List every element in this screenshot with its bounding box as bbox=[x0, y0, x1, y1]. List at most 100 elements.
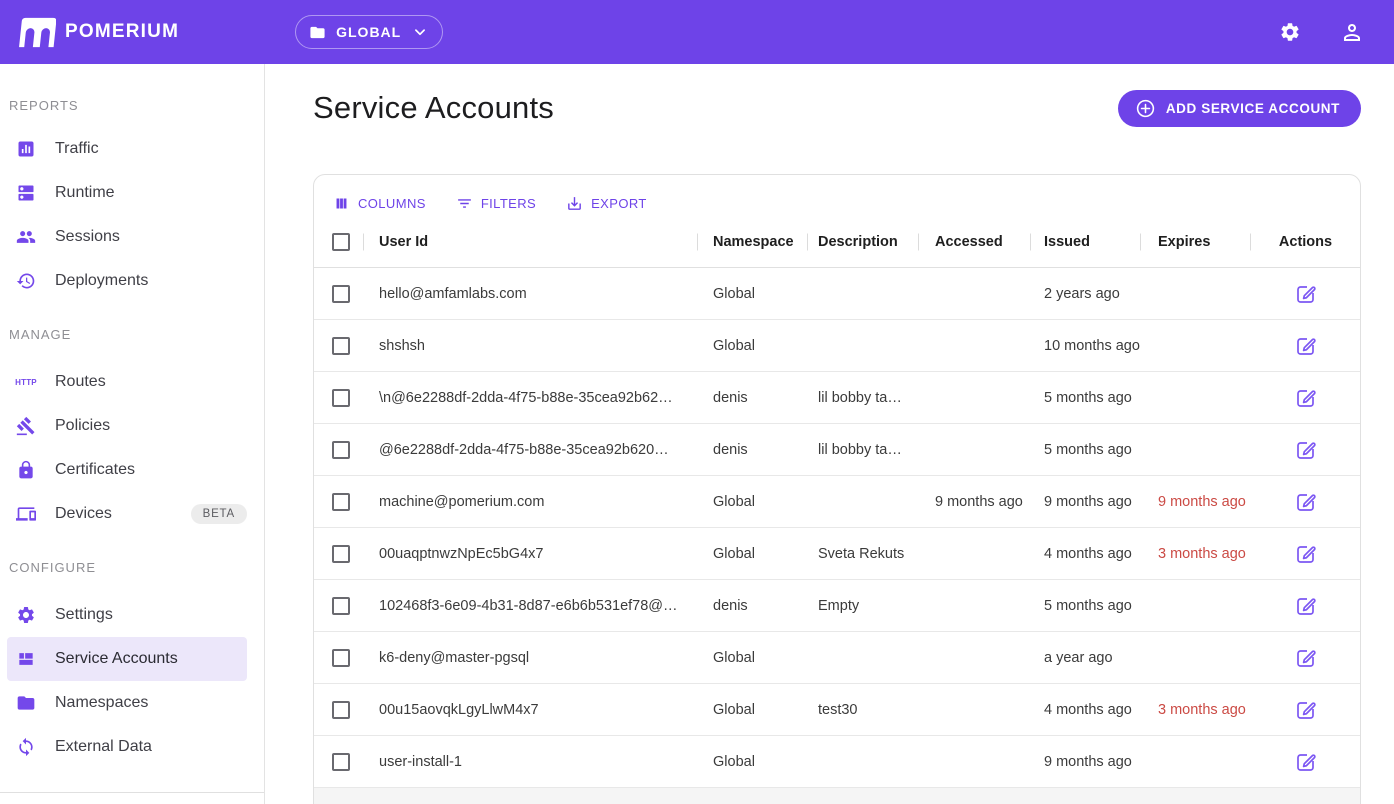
sidebar-item-label: Service Accounts bbox=[55, 650, 178, 668]
column-header-user-id[interactable]: User Id bbox=[364, 217, 698, 267]
namespace-selector-label: GLOBAL bbox=[336, 24, 401, 40]
edit-row-button[interactable] bbox=[1291, 487, 1321, 517]
row-checkbox[interactable] bbox=[332, 441, 350, 459]
sidebar-item-label: Sessions bbox=[55, 228, 120, 246]
cell-issued: 2 years ago bbox=[1031, 286, 1141, 302]
columns-button[interactable]: COLUMNS bbox=[333, 195, 426, 212]
table-row: 00uaqptnwzNpEc5bG4x7GlobalSveta Rekuts4 … bbox=[314, 528, 1360, 580]
cell-namespace: Global bbox=[698, 546, 808, 562]
edit-pencil-icon bbox=[1294, 594, 1318, 618]
export-button[interactable]: EXPORT bbox=[566, 195, 647, 212]
edit-pencil-icon bbox=[1294, 750, 1318, 774]
table-row: hello@amfamlabs.comGlobal2 years ago bbox=[314, 268, 1360, 320]
add-service-account-button[interactable]: ADD SERVICE ACCOUNT bbox=[1118, 90, 1361, 127]
cell-namespace: denis bbox=[698, 390, 808, 406]
cell-issued: 9 months ago bbox=[1031, 754, 1141, 770]
traffic-chart-icon bbox=[16, 139, 36, 159]
sidebar-item-settings[interactable]: Settings bbox=[7, 593, 247, 637]
sidebar-item-namespaces[interactable]: Namespaces bbox=[7, 681, 247, 725]
sidebar-navigation: REPORTSTrafficRuntimeSessionsDeployments… bbox=[0, 64, 265, 804]
sidebar-item-devices[interactable]: DevicesBETA bbox=[7, 492, 247, 536]
column-header-namespace[interactable]: Namespace bbox=[698, 217, 808, 267]
sidebar-item-label: Certificates bbox=[55, 461, 135, 479]
row-checkbox[interactable] bbox=[332, 389, 350, 407]
sidebar-item-policies[interactable]: Policies bbox=[7, 404, 247, 448]
edit-row-button[interactable] bbox=[1291, 435, 1321, 465]
cell-user-id: @6e2288df-2dda-4f75-b88e-35cea92b620… bbox=[364, 442, 698, 458]
certificates-lock-icon bbox=[16, 460, 36, 480]
cell-namespace: Global bbox=[698, 702, 808, 718]
sidebar-item-deployments[interactable]: Deployments bbox=[7, 259, 247, 303]
edit-pencil-icon bbox=[1294, 334, 1318, 358]
row-checkbox[interactable] bbox=[332, 701, 350, 719]
edit-row-button[interactable] bbox=[1291, 591, 1321, 621]
edit-row-button[interactable] bbox=[1291, 383, 1321, 413]
edit-row-button[interactable] bbox=[1291, 747, 1321, 777]
sidebar-item-label: Settings bbox=[55, 606, 113, 624]
column-header-description[interactable]: Description bbox=[808, 217, 919, 267]
edit-row-button[interactable] bbox=[1291, 643, 1321, 673]
select-all-checkbox[interactable] bbox=[332, 233, 350, 251]
edit-row-button[interactable] bbox=[1291, 331, 1321, 361]
brand-name: POMERIUM bbox=[65, 21, 179, 43]
cell-namespace: Global bbox=[698, 338, 808, 354]
table-row: @6e2288df-2dda-4f75-b88e-35cea92b620…den… bbox=[314, 424, 1360, 476]
column-header-accessed[interactable]: Accessed bbox=[919, 217, 1031, 267]
row-checkbox[interactable] bbox=[332, 753, 350, 771]
sidebar-item-runtime[interactable]: Runtime bbox=[7, 171, 247, 215]
columns-icon bbox=[333, 195, 350, 212]
cell-user-id: k6-deny@master-pgsql bbox=[364, 650, 698, 666]
columns-label: COLUMNS bbox=[358, 196, 426, 211]
row-checkbox[interactable] bbox=[332, 545, 350, 563]
sidebar-item-sessions[interactable]: Sessions bbox=[7, 215, 247, 259]
sidebar-item-routes[interactable]: HTTPRoutes bbox=[7, 360, 247, 404]
sidebar-item-certificates[interactable]: Certificates bbox=[7, 448, 247, 492]
column-header-expires[interactable]: Expires bbox=[1141, 217, 1251, 267]
chevron-down-icon bbox=[411, 23, 429, 41]
cell-description: lil bobby ta… bbox=[808, 390, 919, 406]
export-label: EXPORT bbox=[591, 196, 647, 211]
settings-button[interactable] bbox=[1270, 12, 1310, 52]
cell-issued: 5 months ago bbox=[1031, 598, 1141, 614]
plus-circle-icon bbox=[1135, 98, 1156, 119]
row-checkbox[interactable] bbox=[332, 649, 350, 667]
pomerium-logo: POMERIUM bbox=[18, 16, 179, 49]
sidebar-item-label: Namespaces bbox=[55, 694, 148, 712]
cell-description: Sveta Rekuts bbox=[808, 546, 919, 562]
sidebar-item-label: Devices bbox=[55, 505, 112, 523]
edit-row-button[interactable] bbox=[1291, 279, 1321, 309]
row-checkbox[interactable] bbox=[332, 285, 350, 303]
download-icon bbox=[566, 195, 583, 212]
sidebar-item-service-accounts[interactable]: Service Accounts bbox=[7, 637, 247, 681]
sidebar-item-label: Deployments bbox=[55, 272, 148, 290]
table-body: hello@amfamlabs.comGlobal2 years ago shsh… bbox=[314, 268, 1360, 804]
cell-user-id: shshsh bbox=[364, 338, 698, 354]
namespace-selector[interactable]: GLOBAL bbox=[295, 15, 443, 49]
table-row bbox=[314, 788, 1360, 804]
cell-namespace: Global bbox=[698, 754, 808, 770]
row-checkbox[interactable] bbox=[332, 337, 350, 355]
top-app-bar: POMERIUM GLOBAL bbox=[0, 0, 1394, 64]
edit-pencil-icon bbox=[1294, 646, 1318, 670]
edit-row-button[interactable] bbox=[1291, 695, 1321, 725]
table-header-row: User Id Namespace Description Accessed I… bbox=[314, 217, 1360, 268]
sidebar-item-traffic[interactable]: Traffic bbox=[7, 127, 247, 171]
table-row: 102468f3-6e09-4b31-8d87-e6b6b531ef78@…de… bbox=[314, 580, 1360, 632]
user-account-button[interactable] bbox=[1332, 12, 1372, 52]
row-checkbox[interactable] bbox=[332, 493, 350, 511]
sidebar-item-external-data[interactable]: External Data bbox=[7, 725, 247, 769]
edit-row-button[interactable] bbox=[1291, 539, 1321, 569]
cell-accessed: 9 months ago bbox=[919, 494, 1031, 510]
edit-row-button[interactable] bbox=[1291, 799, 1321, 804]
filters-button[interactable]: FILTERS bbox=[456, 195, 536, 212]
edit-pencil-icon bbox=[1294, 698, 1318, 722]
gear-icon bbox=[1279, 21, 1301, 43]
column-header-issued[interactable]: Issued bbox=[1031, 217, 1141, 267]
edit-pencil-icon bbox=[1294, 386, 1318, 410]
sidebar-section: REPORTSTrafficRuntimeSessionsDeployments bbox=[0, 98, 264, 303]
cell-user-id: \n@6e2288df-2dda-4f75-b88e-35cea92b62… bbox=[364, 390, 698, 406]
cell-issued: 4 months ago bbox=[1031, 702, 1141, 718]
cell-issued: 9 months ago bbox=[1031, 494, 1141, 510]
sidebar-section-label: CONFIGURE bbox=[9, 560, 264, 575]
row-checkbox[interactable] bbox=[332, 597, 350, 615]
